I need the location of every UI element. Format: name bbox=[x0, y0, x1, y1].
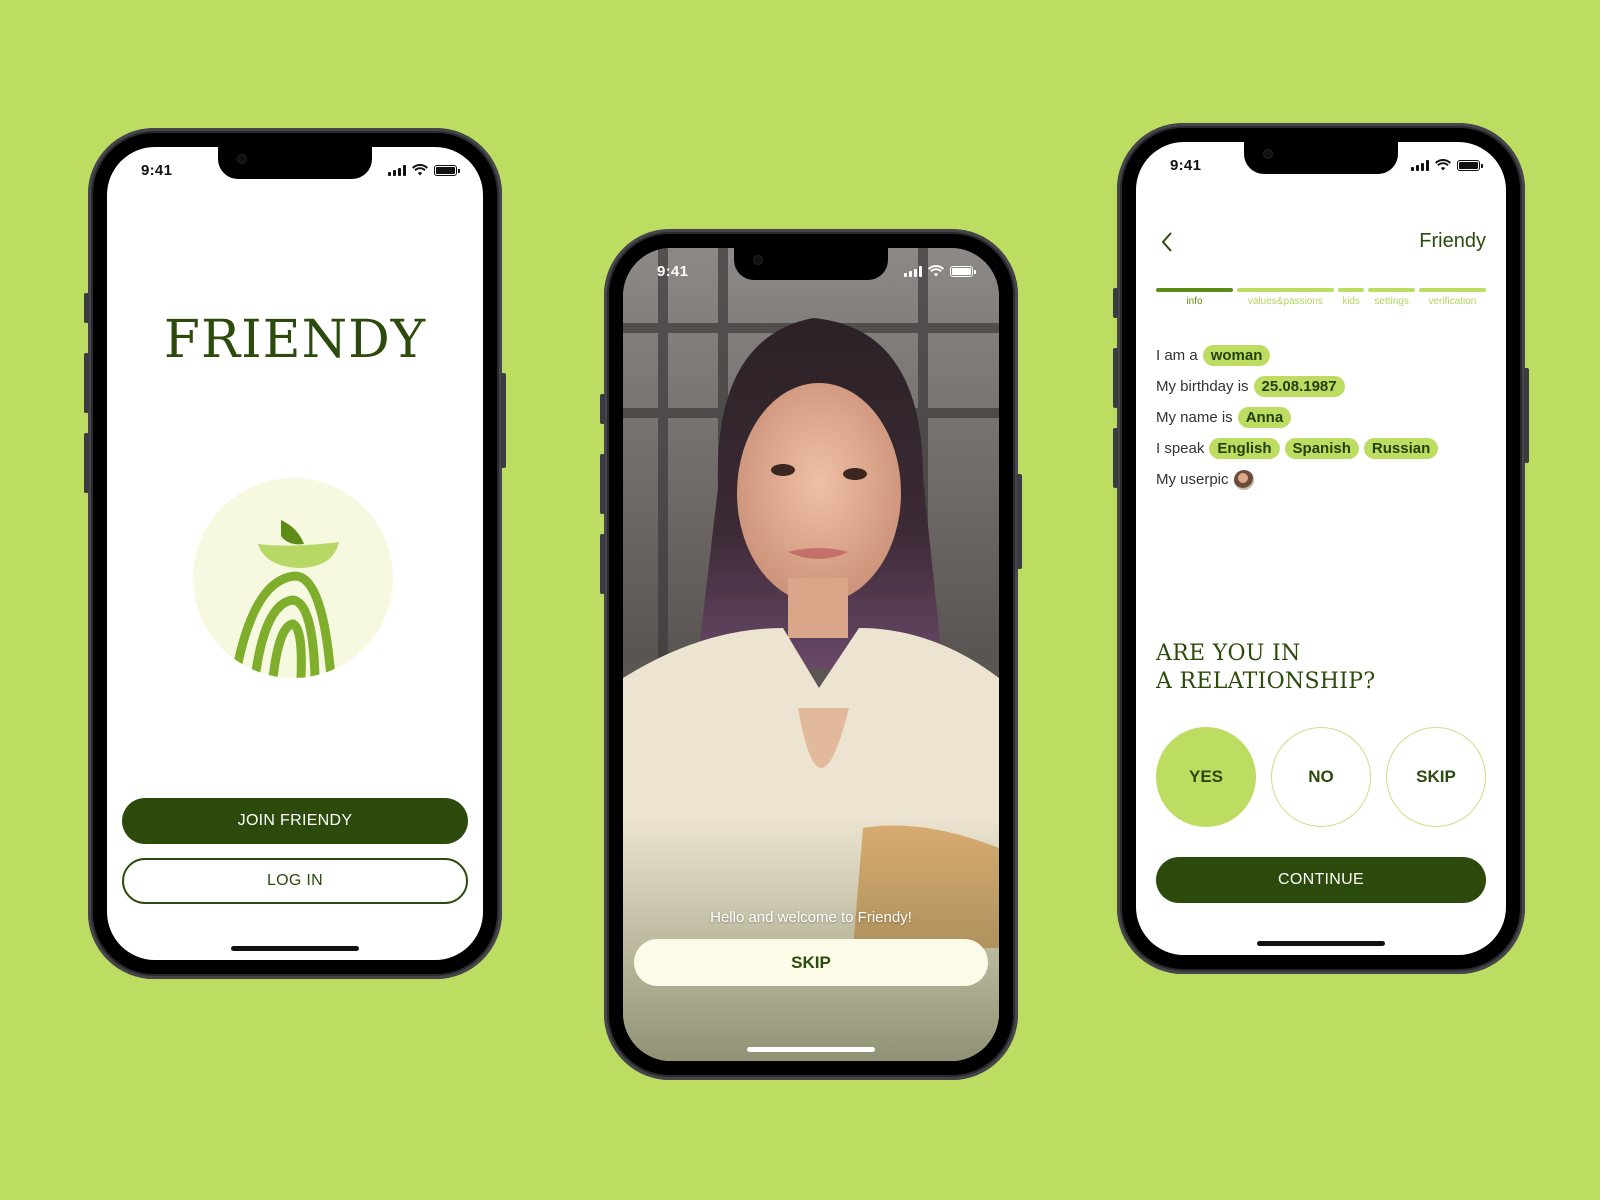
relationship-question: ARE YOU IN A RELATIONSHIP? bbox=[1156, 641, 1376, 694]
notch bbox=[734, 248, 888, 280]
silent-switch bbox=[600, 394, 605, 424]
step-verification[interactable]: verification bbox=[1418, 288, 1486, 307]
status-icons bbox=[388, 164, 460, 176]
nav-title: Friendy bbox=[1419, 230, 1486, 252]
logo-graphic bbox=[230, 520, 339, 678]
camera-icon bbox=[238, 155, 246, 163]
status-icons bbox=[904, 265, 976, 277]
battery-icon bbox=[950, 265, 976, 277]
step-kids[interactable]: kids bbox=[1337, 288, 1365, 307]
gender-chip[interactable]: woman bbox=[1202, 345, 1271, 366]
volume-up-button bbox=[84, 353, 89, 413]
answer-skip-button[interactable]: SKIP bbox=[1386, 727, 1486, 827]
battery-icon bbox=[1457, 159, 1483, 171]
home-indicator[interactable] bbox=[747, 1047, 875, 1052]
language-chip[interactable]: English bbox=[1209, 438, 1280, 459]
silent-switch bbox=[84, 293, 89, 323]
info-row-birthday: My birthday is 25.08.1987 bbox=[1156, 371, 1443, 402]
status-time: 9:41 bbox=[657, 263, 689, 280]
silent-switch bbox=[1113, 288, 1118, 318]
volume-down-button bbox=[600, 534, 605, 594]
wifi-icon bbox=[1435, 159, 1451, 171]
logo-arches bbox=[230, 571, 336, 678]
camera-icon bbox=[754, 256, 762, 264]
home-indicator[interactable] bbox=[231, 946, 359, 951]
language-chip[interactable]: Spanish bbox=[1284, 438, 1359, 459]
volume-up-button bbox=[1113, 348, 1118, 408]
info-row-gender: I am a woman bbox=[1156, 340, 1443, 371]
info-row-languages: I speak English Spanish Russian bbox=[1156, 433, 1443, 464]
power-button bbox=[1524, 368, 1529, 463]
name-label: My name is bbox=[1156, 409, 1233, 426]
step-settings[interactable]: settings bbox=[1368, 288, 1415, 307]
home-indicator[interactable] bbox=[1257, 941, 1385, 946]
login-button[interactable]: LOG IN bbox=[122, 858, 468, 904]
signal-icon bbox=[1411, 159, 1429, 171]
userpic-label: My userpic bbox=[1156, 471, 1229, 488]
wifi-icon bbox=[928, 265, 944, 277]
info-row-name: My name is Anna bbox=[1156, 402, 1443, 433]
phone-profile-setup: 9:41 Friendy info values&passions kids s… bbox=[1113, 123, 1529, 974]
logo-leaf bbox=[281, 520, 304, 545]
status-time: 9:41 bbox=[141, 162, 173, 179]
language-chip[interactable]: Russian bbox=[1363, 438, 1439, 459]
volume-up-button bbox=[600, 454, 605, 514]
phone-video-intro: 9:41 Hello and welcome to Friendy! SKIP bbox=[600, 229, 1022, 1080]
camera-icon bbox=[1264, 150, 1272, 158]
gender-label: I am a bbox=[1156, 347, 1198, 364]
step-info[interactable]: info bbox=[1156, 288, 1234, 307]
battery-icon bbox=[434, 164, 460, 176]
logo-bowl bbox=[258, 542, 339, 568]
answer-options: YES NO SKIP bbox=[1156, 727, 1486, 827]
continue-button[interactable]: CONTINUE bbox=[1156, 857, 1486, 903]
birthday-chip[interactable]: 25.08.1987 bbox=[1253, 376, 1345, 397]
volume-down-button bbox=[1113, 428, 1118, 488]
name-chip[interactable]: Anna bbox=[1237, 407, 1292, 428]
chevron-left-icon[interactable] bbox=[1158, 230, 1178, 254]
power-button bbox=[501, 373, 506, 468]
friendy-logo bbox=[193, 478, 393, 678]
brand-title: FRIENDY bbox=[163, 310, 427, 370]
birthday-label: My birthday is bbox=[1156, 378, 1249, 395]
answer-no-button[interactable]: NO bbox=[1271, 727, 1371, 827]
signal-icon bbox=[904, 265, 922, 277]
screen: 9:41 Hello and welcome to Friendy! SKIP bbox=[623, 248, 999, 1061]
welcome-caption: Hello and welcome to Friendy! bbox=[710, 909, 912, 926]
status-time: 9:41 bbox=[1170, 157, 1202, 174]
status-icons bbox=[1411, 159, 1483, 171]
progress-steps: info values&passions kids settings verif… bbox=[1156, 288, 1486, 307]
userpic-avatar[interactable] bbox=[1233, 469, 1254, 490]
languages-label: I speak bbox=[1156, 440, 1205, 457]
screen: 9:41 FRIENDY JOIN FRIENDY LOG IN bbox=[107, 147, 483, 960]
skip-video-button[interactable]: SKIP bbox=[634, 939, 988, 986]
power-button bbox=[1017, 474, 1022, 569]
screen: 9:41 Friendy info values&passions kids s… bbox=[1136, 142, 1506, 955]
join-button[interactable]: JOIN FRIENDY bbox=[122, 798, 468, 844]
profile-info-list: I am a woman My birthday is 25.08.1987 M… bbox=[1156, 340, 1443, 495]
notch bbox=[218, 147, 372, 179]
step-values-passions[interactable]: values&passions bbox=[1237, 288, 1334, 307]
notch bbox=[1244, 142, 1398, 174]
answer-yes-button[interactable]: YES bbox=[1156, 727, 1256, 827]
wifi-icon bbox=[412, 164, 428, 176]
info-row-userpic: My userpic bbox=[1156, 464, 1443, 495]
volume-down-button bbox=[84, 433, 89, 493]
phone-welcome: 9:41 FRIENDY JOIN FRIENDY LOG IN bbox=[84, 128, 506, 979]
signal-icon bbox=[388, 164, 406, 176]
